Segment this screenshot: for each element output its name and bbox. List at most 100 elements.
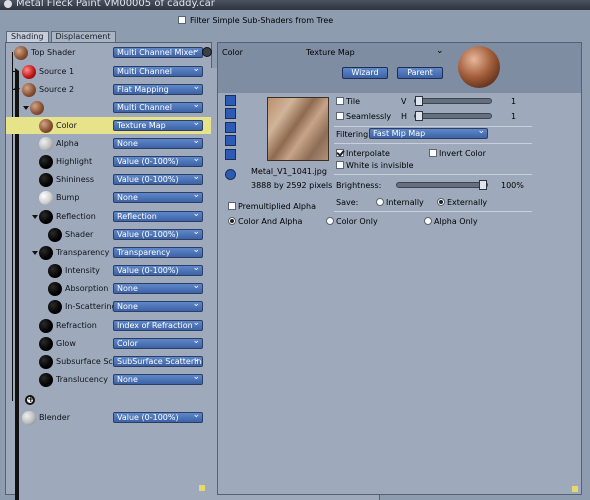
parent-button[interactable]: Parent	[397, 67, 443, 79]
filter-checkbox[interactable]	[178, 16, 186, 24]
collapse-arrow-icon[interactable]	[14, 88, 20, 92]
tree-row-multichannel[interactable]: Multi Channel	[6, 99, 211, 116]
tree-row-source1[interactable]: Source 1 Multi Channel	[6, 63, 380, 500]
alpha-only-radio[interactable]	[424, 217, 432, 225]
add-channel-icon[interactable]: +	[25, 395, 35, 405]
color-only-label: Color Only	[336, 217, 378, 226]
translucency-preview-icon	[39, 373, 53, 387]
open-image-icon[interactable]	[225, 95, 236, 106]
filtering-dropdown[interactable]: Fast Mip Map	[369, 128, 488, 139]
transparency-dropdown[interactable]: Transparency	[113, 247, 203, 258]
brightness-slider[interactable]	[396, 180, 488, 190]
interpolate-label: Interpolate	[346, 149, 390, 158]
intensity-dropdown[interactable]: Value (0-100%)	[113, 265, 203, 276]
glow-dropdown[interactable]: Color	[113, 338, 203, 349]
flip-horizontal-icon[interactable]	[225, 135, 236, 146]
tree-row-alpha[interactable]: Alpha None	[6, 135, 211, 152]
highlight-dropdown[interactable]: Value (0-100%)	[113, 156, 203, 167]
subsurface-dropdown[interactable]: SubSurface Scattering	[113, 356, 203, 367]
slider-knob[interactable]	[415, 96, 423, 106]
menu-chevron-icon[interactable]: ⌄	[436, 46, 444, 56]
tab-bar: Shading Displacement	[6, 31, 116, 42]
invert-color-checkbox[interactable]	[429, 149, 437, 157]
tree-row-reflection[interactable]: Reflection Reflection	[6, 208, 211, 225]
collapse-arrow-icon[interactable]	[32, 215, 38, 219]
tree-row-translucency[interactable]: Translucency None	[6, 371, 211, 388]
intensity-preview-icon	[48, 264, 62, 278]
multichannel-dropdown[interactable]: Multi Channel	[113, 102, 203, 113]
interpolate-checkbox[interactable]	[336, 149, 344, 157]
tree-row-top-shader[interactable]: Top Shader Multi Channel Mixer	[6, 44, 212, 61]
tree-label: Absorption	[65, 284, 109, 293]
save-externally-radio[interactable]	[437, 198, 445, 206]
tree-label: Transparency	[56, 248, 110, 257]
tile-v-value: 1	[511, 97, 517, 106]
info-icon[interactable]	[225, 169, 236, 180]
flip-vertical-icon[interactable]	[225, 122, 236, 133]
shininess-dropdown[interactable]: Value (0-100%)	[113, 174, 203, 185]
tree-row-source2[interactable]: Source 2 Flat Mapping	[6, 81, 211, 98]
bump-dropdown[interactable]: None	[113, 192, 203, 203]
tree-row-transparency[interactable]: Transparency Transparency	[6, 244, 211, 261]
rotate-icon[interactable]	[225, 149, 236, 160]
texture-thumbnail[interactable]	[267, 97, 329, 161]
slider-knob[interactable]	[415, 111, 423, 121]
tree-row-subsurface[interactable]: Subsurface Sc SubSurface Scattering	[6, 353, 211, 370]
shader-preview-icon	[48, 228, 62, 242]
seamless-checkbox[interactable]	[336, 112, 344, 120]
translucency-dropdown[interactable]: None	[113, 374, 203, 385]
tree-label: Top Shader	[31, 48, 76, 57]
source1-dropdown[interactable]: Multi Channel	[113, 66, 203, 77]
tree-label: Shininess	[56, 175, 94, 184]
tile-checkbox[interactable]	[336, 97, 344, 105]
tree-row-color[interactable]: Color Texture Map	[6, 117, 211, 134]
highlight-preview-icon	[39, 155, 53, 169]
shader-dropdown[interactable]: Value (0-100%)	[113, 229, 203, 240]
refraction-preview-icon	[39, 319, 53, 333]
invert-color-label: Invert Color	[439, 149, 486, 158]
alpha-dropdown[interactable]: None	[113, 138, 203, 149]
tree-row-glow[interactable]: Glow Color	[6, 335, 211, 352]
tile-v-slider[interactable]	[414, 96, 492, 106]
refraction-dropdown[interactable]: Index of Refraction	[113, 320, 203, 331]
filter-simple-subshaders[interactable]: Filter Simple Sub-Shaders from Tree	[178, 14, 333, 26]
resize-grip[interactable]	[572, 486, 578, 492]
app-icon	[4, 0, 12, 8]
tree-row-bump[interactable]: Bump None	[6, 189, 211, 206]
tree-label: Reflection	[56, 212, 96, 221]
premultiplied-alpha-checkbox[interactable]	[228, 202, 236, 210]
inscattering-dropdown[interactable]: None	[113, 301, 203, 312]
save-internally-radio[interactable]	[376, 198, 384, 206]
tree-row-inscattering[interactable]: In-Scattering None	[6, 298, 211, 315]
top-shader-dropdown[interactable]: Multi Channel Mixer	[113, 47, 203, 58]
tree-row-shader[interactable]: Shader Value (0-100%)	[6, 226, 211, 243]
color-dropdown[interactable]: Texture Map	[113, 120, 203, 131]
camera-icon[interactable]	[202, 47, 212, 57]
tree-row-shininess[interactable]: Shininess Value (0-100%)	[6, 171, 211, 188]
shader-type: Texture Map	[306, 48, 355, 57]
tree-row-refraction[interactable]: Refraction Index of Refraction	[6, 317, 211, 334]
brightness-value: 100%	[501, 181, 524, 190]
color-only-radio[interactable]	[326, 217, 334, 225]
tree-row-absorption[interactable]: Absorption None	[6, 280, 211, 297]
tree-row-highlight[interactable]: Highlight Value (0-100%)	[6, 153, 211, 170]
source1-preview-icon	[22, 65, 36, 79]
absorption-dropdown[interactable]: None	[113, 283, 203, 294]
blender-dropdown[interactable]: Value (0-100%)	[113, 412, 203, 423]
reflection-dropdown[interactable]: Reflection	[113, 211, 203, 222]
collapse-arrow-icon[interactable]	[32, 251, 38, 255]
resize-grip[interactable]	[199, 485, 205, 491]
tree-row-blender[interactable]: Blender Value (0-100%)	[6, 409, 211, 426]
source2-dropdown[interactable]: Flat Mapping	[113, 84, 203, 95]
tab-shading[interactable]: Shading	[6, 31, 49, 42]
tab-displacement[interactable]: Displacement	[50, 31, 116, 42]
image-options-icon[interactable]	[225, 108, 236, 119]
color-and-alpha-radio[interactable]	[228, 217, 236, 225]
wizard-button[interactable]: Wizard	[342, 67, 388, 79]
tile-h-slider[interactable]	[414, 111, 492, 121]
tree-row-intensity[interactable]: Intensity Value (0-100%)	[6, 262, 211, 279]
slider-knob[interactable]	[479, 180, 487, 190]
white-invisible-checkbox[interactable]	[336, 161, 344, 169]
divider	[334, 126, 532, 127]
collapse-arrow-icon[interactable]	[23, 106, 29, 110]
